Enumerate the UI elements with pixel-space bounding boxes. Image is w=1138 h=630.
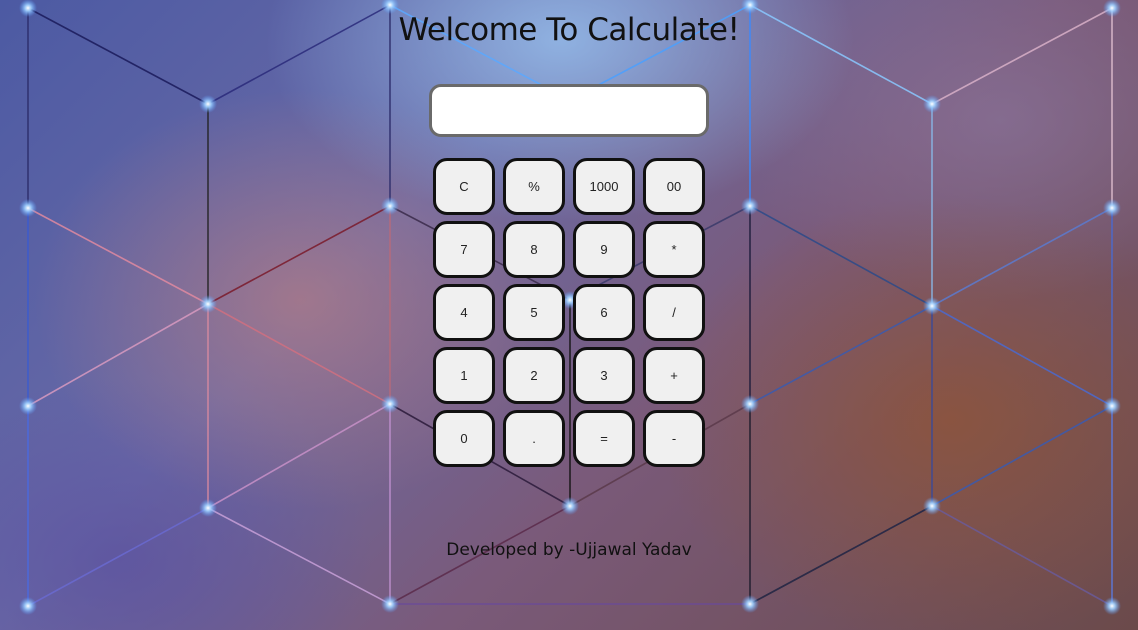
network-node-glow [561,497,579,515]
network-node-glow [741,197,759,215]
key-add-button[interactable]: + [643,347,705,404]
key-subtract-button[interactable]: - [643,410,705,467]
key-five-button[interactable]: 5 [503,284,565,341]
key-nine-button[interactable]: 9 [573,221,635,278]
key-thousand-button[interactable]: 1000 [573,158,635,215]
network-node-glow [741,395,759,413]
key-equals-button[interactable]: = [573,410,635,467]
key-multiply-button[interactable]: * [643,221,705,278]
network-line [749,205,933,307]
key-double-zero-button[interactable]: 00 [643,158,705,215]
network-node-glow [199,499,217,517]
key-decimal-button[interactable]: . [503,410,565,467]
network-node-glow [923,497,941,515]
network-node-glow [199,295,217,313]
calculator-keypad: C % 1000 00 7 8 9 * 4 5 6 / 1 2 3 + 0 . … [433,158,709,467]
calculator-display[interactable] [429,84,709,137]
network-node-glow [19,199,37,217]
key-zero-button[interactable]: 0 [433,410,495,467]
network-node-glow [1103,397,1121,415]
network-node-glow [741,595,759,613]
key-percent-button[interactable]: % [503,158,565,215]
network-line [207,205,391,305]
network-node-glow [19,597,37,615]
network-line [931,207,1113,307]
key-divide-button[interactable]: / [643,284,705,341]
network-line [207,303,391,405]
network-node-glow [381,595,399,613]
network-node-glow [923,95,941,113]
network-line [27,303,209,407]
key-clear-button[interactable]: C [433,158,495,215]
network-line [207,403,391,509]
key-seven-button[interactable]: 7 [433,221,495,278]
page-title: Welcome To Calculate! [398,12,740,48]
network-line [27,207,209,305]
network-node-glow [1103,597,1121,615]
key-two-button[interactable]: 2 [503,347,565,404]
network-line [931,305,1113,407]
key-six-button[interactable]: 6 [573,284,635,341]
key-three-button[interactable]: 3 [573,347,635,404]
network-node-glow [381,395,399,413]
developer-credit: Developed by -Ujjawal Yadav [446,540,692,560]
network-node-glow [1103,199,1121,217]
network-line [931,405,1113,507]
key-four-button[interactable]: 4 [433,284,495,341]
network-node-glow [381,197,399,215]
network-node-glow [19,397,37,415]
key-eight-button[interactable]: 8 [503,221,565,278]
key-one-button[interactable]: 1 [433,347,495,404]
network-line [749,305,933,405]
network-node-glow [199,95,217,113]
network-node-glow [923,297,941,315]
